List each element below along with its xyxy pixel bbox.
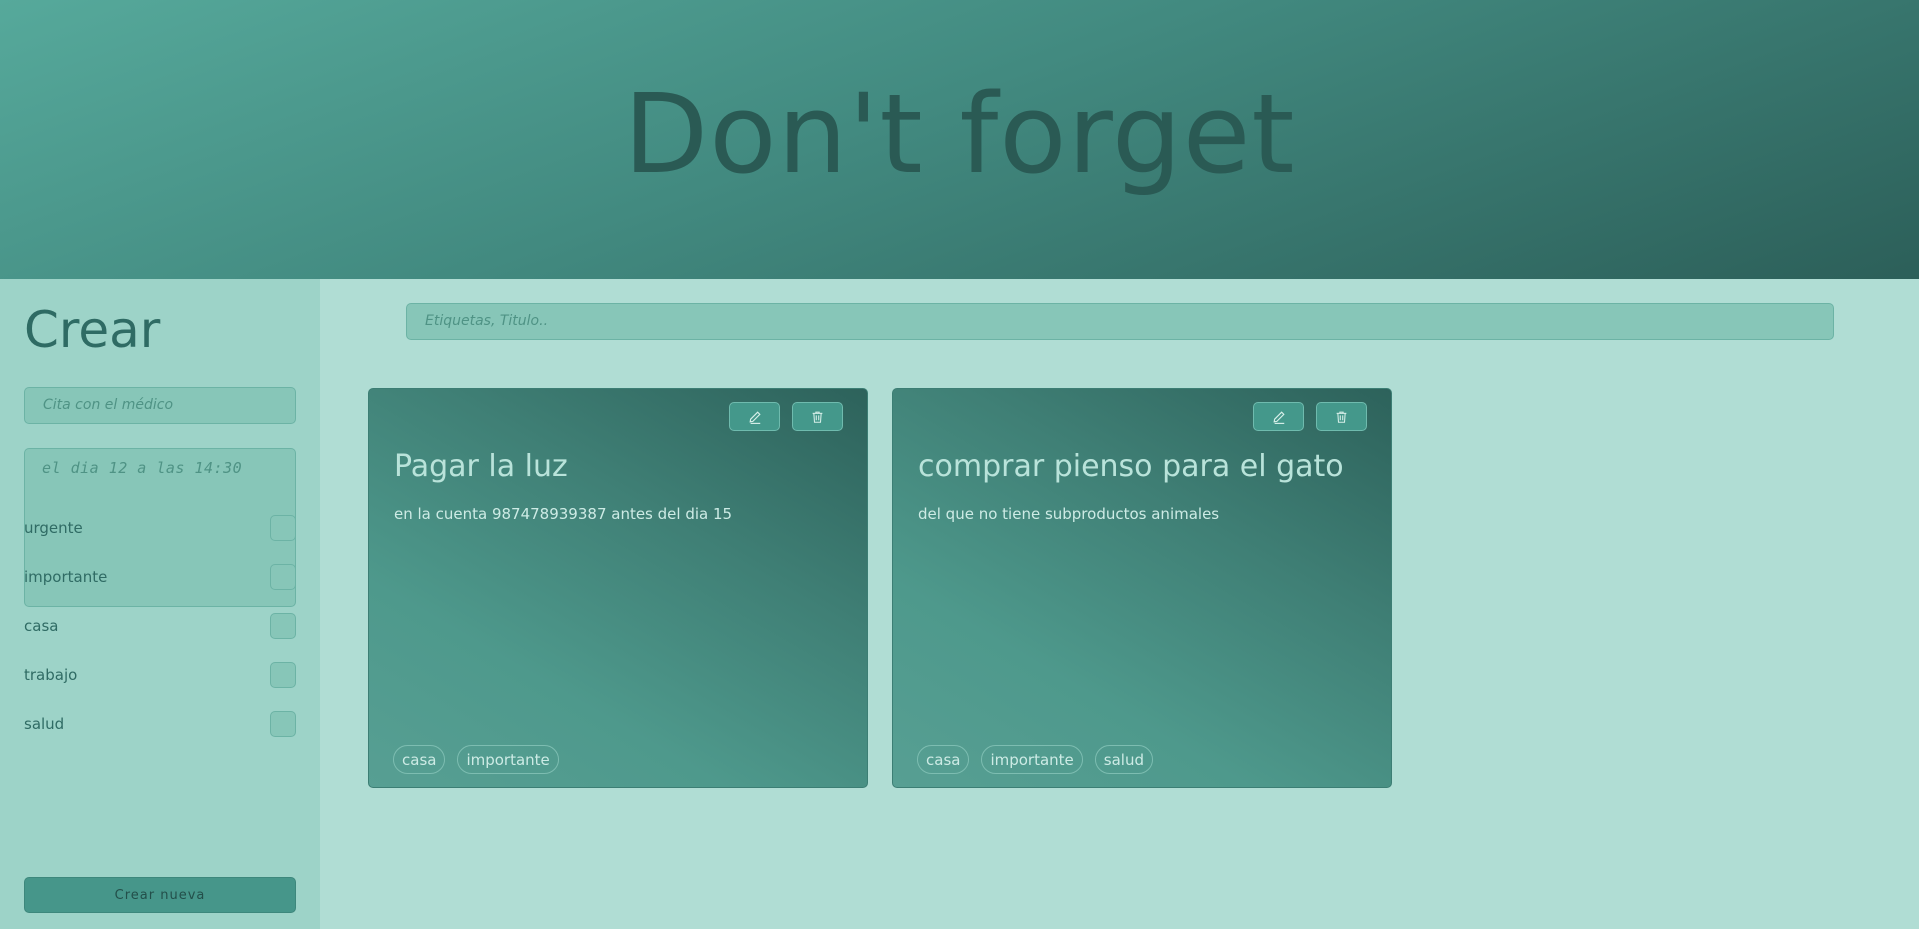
tag-option-label: urgente [24,519,83,537]
note-tag-chip: importante [457,745,559,774]
importante-checkbox[interactable] [270,564,296,590]
pencil-icon [748,410,761,424]
note-card: comprar pienso para el gato del que no t… [892,388,1392,788]
tag-option-label: salud [24,715,65,733]
tag-option-label: casa [24,617,59,635]
note-title: comprar pienso para el gato [918,449,1344,484]
salud-checkbox[interactable] [270,711,296,737]
tag-option-label: trabajo [24,666,78,684]
tag-option-importante: importante [24,564,296,590]
trash-icon [1336,411,1347,423]
app-header: Don't forget [0,0,1919,279]
note-card: Pagar la luz en la cuenta 987478939387 a… [368,388,868,788]
create-note-button[interactable]: Crear nueva [24,877,296,913]
note-title: Pagar la luz [394,449,568,484]
tag-option-urgente: urgente [24,515,296,541]
delete-note-button[interactable] [1316,402,1367,431]
note-tags: casa importante [393,745,559,774]
trash-icon [812,411,823,423]
note-tag-chip: casa [917,745,970,774]
create-heading: Crear [24,301,161,359]
note-title-input[interactable]: Cita con el médico [24,387,296,424]
note-tag-chip: importante [981,745,1083,774]
pencil-icon [1272,410,1285,424]
edit-note-button[interactable] [729,402,780,431]
search-input[interactable]: Etiquetas, Titulo.. [406,303,1834,340]
tag-option-casa: casa [24,613,296,639]
note-text: en la cuenta 987478939387 antes del dia … [394,505,733,523]
note-tag-chip: casa [393,745,446,774]
delete-note-button[interactable] [792,402,843,431]
tag-option-trabajo: trabajo [24,662,296,688]
tag-option-salud: salud [24,711,296,737]
tag-option-label: importante [24,568,108,586]
casa-checkbox[interactable] [270,613,296,639]
note-tags: casa importante salud [917,745,1153,774]
app-title: Don't forget [623,69,1296,198]
urgente-checkbox[interactable] [270,515,296,541]
edit-note-button[interactable] [1253,402,1304,431]
note-tag-chip: salud [1094,745,1153,774]
create-sidebar: Crear Cita con el médico el dia 12 a las… [0,279,320,929]
trabajo-checkbox[interactable] [270,662,296,688]
note-text: del que no tiene subproductos animales [918,505,1220,523]
